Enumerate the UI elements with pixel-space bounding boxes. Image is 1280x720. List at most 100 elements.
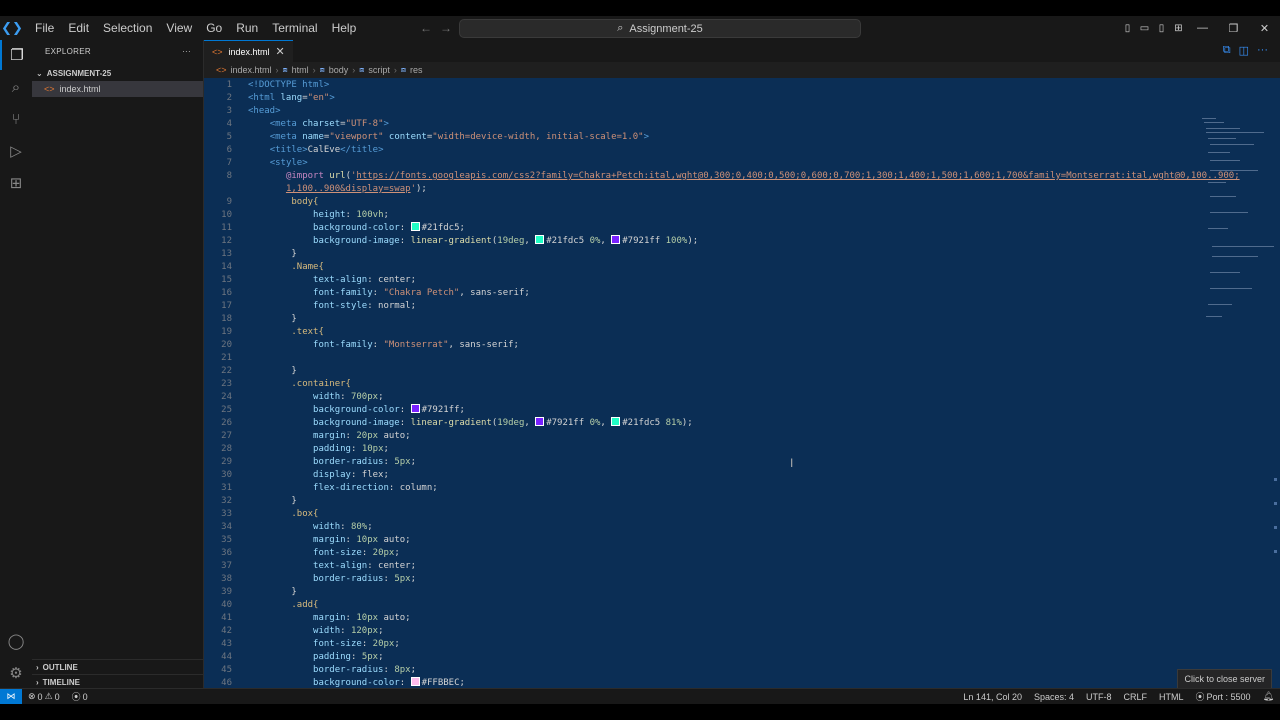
html-open-token: <html <box>248 93 276 103</box>
color-swatch[interactable] <box>535 417 545 426</box>
status-bar-right: Ln 141, Col 20 Spaces: 4 UTF-8 CRLF HTML… <box>957 689 1280 704</box>
code-line: 14 .Name{ <box>221 262 324 272</box>
notifications-bell-icon[interactable]: 🔔︎ <box>1257 691 1280 702</box>
account-icon[interactable]: ◯ <box>0 626 32 656</box>
color-swatch[interactable] <box>535 235 545 244</box>
live-server-port[interactable]: ⦿ Port : 5500 <box>1190 690 1257 703</box>
split-editor-icon[interactable]: ◫ <box>1239 44 1249 57</box>
font-token: "Chakra Petch" <box>383 288 460 298</box>
color-swatch[interactable] <box>410 677 420 686</box>
settings-gear-icon[interactable]: ⚙ <box>0 658 32 688</box>
code-line: 34 width: 80%; <box>221 522 373 532</box>
minimize-icon[interactable]: — <box>1187 16 1218 40</box>
timeline-section[interactable]: › TIMELINE <box>32 674 203 689</box>
title-bar: ❮❯ File Edit Selection View Go Run Termi… <box>0 16 1280 40</box>
code-line: 10 height: 100vh; <box>221 210 389 220</box>
code-line: 11 background-color: #21fdc5; <box>221 222 465 233</box>
extensions-icon[interactable]: ⊞ <box>0 168 32 198</box>
lang-attr-token: lang <box>280 93 303 103</box>
close-window-icon[interactable]: ✕ <box>1249 16 1280 40</box>
color-swatch[interactable] <box>410 404 420 413</box>
language-mode[interactable]: HTML <box>1153 692 1190 702</box>
run-debug-icon[interactable]: ▷ <box>0 136 32 166</box>
menu-go[interactable]: Go <box>199 16 229 40</box>
code-line: 32 } <box>221 496 297 506</box>
tab-index-html[interactable]: <> index.html ✕ <box>204 40 293 62</box>
menu-selection[interactable]: Selection <box>96 16 159 40</box>
back-arrow-icon[interactable]: ← <box>420 16 432 40</box>
toggle-primary-sidebar-icon[interactable]: ▯ <box>1119 16 1136 40</box>
code-line: 25 background-color: #7921ff; <box>221 404 465 415</box>
code-line: 22 } <box>221 366 297 376</box>
close-tab-icon[interactable]: ✕ <box>276 45 285 58</box>
menu-run[interactable]: Run <box>229 16 265 40</box>
menu-terminal[interactable]: Terminal <box>265 16 324 40</box>
search-activity-icon[interactable]: ⌕ <box>0 72 32 102</box>
breadcrumb-file[interactable]: index.html <box>231 65 272 75</box>
variable-icon: ⧈ <box>400 65 406 74</box>
code-editor[interactable]: 1 <!DOCTYPE html> 2 <html lang="en"> 3 <hea… <box>204 78 1280 688</box>
problems-indicator[interactable]: ⊗ 0 ⚠ 0 <box>22 691 66 702</box>
color-swatch[interactable] <box>611 235 621 244</box>
end-of-line[interactable]: CRLF <box>1118 692 1154 702</box>
explorer-sidebar: EXPLORER ··· ⌄ ASSIGNMENT-25 <> index.ht… <box>32 40 204 688</box>
selector-token: .text{ <box>291 327 324 337</box>
html-file-icon: <> <box>216 65 227 75</box>
remote-indicator-icon[interactable]: ⋈ <box>0 688 22 705</box>
scroll-marker <box>1274 502 1277 505</box>
forward-arrow-icon[interactable]: → <box>440 16 452 40</box>
import-url-cont-token[interactable]: 1,100..900&display=swap <box>286 184 411 194</box>
minimap-line <box>1206 132 1264 133</box>
restore-icon[interactable]: ❐ <box>1218 16 1249 40</box>
breadcrumb: <> index.html › ⧈ html › ⧈ body › ⧈ scri… <box>204 62 1280 78</box>
indentation[interactable]: Spaces: 4 <box>1028 692 1080 702</box>
menu-view[interactable]: View <box>159 16 199 40</box>
code-line: 12 background-image: linear-gradient(19d… <box>221 235 699 246</box>
ports-indicator[interactable]: ⦿ 0 <box>66 690 94 703</box>
code-line: 42 width: 120px; <box>221 626 384 636</box>
color-swatch[interactable] <box>410 222 420 231</box>
bottom-black-border <box>0 704 1280 720</box>
breadcrumb-body[interactable]: body <box>329 65 349 75</box>
customize-layout-icon[interactable]: ⊞ <box>1170 16 1187 40</box>
close-server-tooltip[interactable]: Click to close server <box>1177 669 1272 689</box>
font-token: "Montserrat" <box>383 340 449 350</box>
breadcrumb-res[interactable]: res <box>410 65 423 75</box>
color-swatch[interactable] <box>611 417 621 426</box>
explorer-icon[interactable]: ❐ <box>0 40 32 70</box>
file-item-index-html[interactable]: <> index.html <box>32 81 203 97</box>
scrollbar-markers[interactable] <box>1274 478 1278 574</box>
gradient-angle-token: 19deg <box>497 418 525 428</box>
more-actions-icon[interactable]: ··· <box>1257 44 1268 57</box>
minimap-line <box>1210 196 1236 197</box>
cursor-position[interactable]: Ln 141, Col 20 <box>957 692 1028 702</box>
breadcrumb-html[interactable]: html <box>292 65 309 75</box>
menu-file[interactable]: File <box>28 16 61 40</box>
mouse-cursor: I <box>790 456 794 470</box>
code-line: 13 } <box>221 249 297 259</box>
more-actions-icon[interactable]: ··· <box>182 47 191 56</box>
code-line: 6 <title>CalEve</title> <box>226 145 384 155</box>
encoding[interactable]: UTF-8 <box>1080 692 1118 702</box>
explorer-title: EXPLORER <box>45 46 91 56</box>
toggle-panel-icon[interactable]: ▭ <box>1136 16 1153 40</box>
code-line: 15 text-align: center; <box>221 275 416 285</box>
open-preview-icon[interactable]: ⧉ <box>1223 44 1231 57</box>
source-control-icon[interactable]: ⑂ <box>0 104 32 134</box>
menu-edit[interactable]: Edit <box>61 16 96 40</box>
activity-bar: ❐ ⌕ ⑂ ▷ ⊞ ◯ ⚙ <box>0 40 32 688</box>
import-url-token[interactable]: https://fonts.googleapis.com/css2?family… <box>356 171 1239 181</box>
outline-section[interactable]: › OUTLINE <box>32 659 203 674</box>
lang-value-token: "en" <box>307 93 330 103</box>
code-line: 41 margin: 10px auto; <box>221 613 411 623</box>
code-line: 36 font-size: 20px; <box>221 548 400 558</box>
breadcrumb-script[interactable]: script <box>368 65 390 75</box>
menu-help[interactable]: Help <box>325 16 364 40</box>
broadcast-icon: ⦿ <box>1195 692 1205 702</box>
minimap[interactable] <box>1202 116 1274 326</box>
command-center-search[interactable]: ⌕ Assignment-25 <box>459 19 861 38</box>
minimap-line <box>1212 256 1258 257</box>
workspace-folder[interactable]: ⌄ ASSIGNMENT-25 <box>32 66 203 80</box>
toggle-secondary-sidebar-icon[interactable]: ▯ <box>1153 16 1170 40</box>
timeline-label: TIMELINE <box>42 677 81 687</box>
